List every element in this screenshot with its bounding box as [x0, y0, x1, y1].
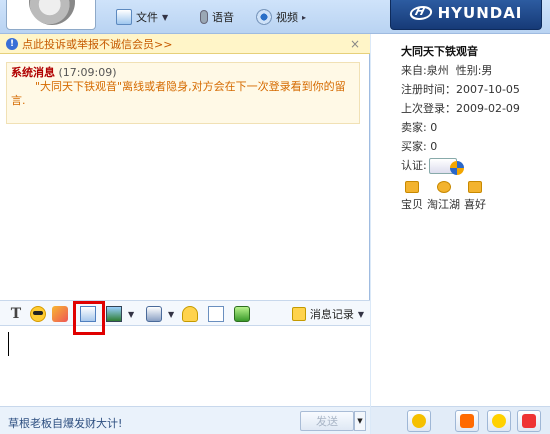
- shortcut-items[interactable]: 宝贝: [401, 181, 423, 214]
- contact-name[interactable]: 大同天下铁观音: [401, 42, 520, 61]
- message-input[interactable]: [0, 326, 370, 406]
- profile-info: 大同天下铁观音 来自:泉州 性别:男 注册时间：2007-10-05 上次登录：…: [401, 42, 520, 214]
- origin-gender: 来自:泉州 性别:男: [401, 61, 520, 80]
- text-cursor: [8, 332, 9, 356]
- chevron-down-icon[interactable]: ▼: [358, 310, 364, 319]
- bell-icon[interactable]: [182, 306, 198, 322]
- highlight-box: [73, 301, 105, 335]
- voice-button[interactable]: 语音: [200, 8, 234, 26]
- chat-toolbar: T ▼ ▼ 消息记录 ▼: [0, 300, 370, 326]
- star-icon: [492, 414, 506, 428]
- camera-icon: [256, 9, 272, 25]
- certification-badge-icon[interactable]: [428, 157, 464, 175]
- top-toolbar: 文件 ▼ 语音 视频 ▸ HYUNDAI: [0, 0, 550, 34]
- shortcut-likes[interactable]: 喜好: [464, 181, 486, 214]
- buyer-rating: 买家: 0: [401, 140, 438, 153]
- green-app-icon[interactable]: [234, 306, 250, 322]
- wangwang-button[interactable]: [407, 410, 431, 432]
- file-icon: [116, 9, 132, 25]
- items-icon: [405, 181, 419, 193]
- message-history-button[interactable]: 消息记录 ▼: [291, 306, 364, 322]
- close-icon[interactable]: ×: [350, 37, 360, 51]
- shortcut-label: 喜好: [464, 198, 486, 211]
- wangwang-icon: [412, 414, 426, 428]
- shortcut-label: 宝贝: [401, 198, 423, 211]
- image-icon[interactable]: [106, 306, 122, 322]
- note-edit-icon[interactable]: [208, 306, 224, 322]
- taobao-icon: [460, 414, 474, 428]
- gift-button[interactable]: [517, 410, 541, 432]
- microphone-icon: [200, 10, 208, 24]
- brand-banner[interactable]: HYUNDAI: [390, 0, 542, 30]
- font-icon[interactable]: T: [8, 306, 24, 322]
- likes-icon: [468, 181, 482, 193]
- send-options-dropdown[interactable]: ▼: [354, 411, 366, 431]
- report-link[interactable]: 点此投诉或举报不诚信会员>>: [22, 36, 172, 52]
- taobao-button[interactable]: [455, 410, 479, 432]
- shortcut-jianghu[interactable]: 淘江湖: [427, 181, 460, 214]
- system-message-title: 系统消息: [11, 66, 55, 79]
- report-notice-bar[interactable]: ! 点此投诉或举报不诚信会员>> ×: [0, 34, 370, 54]
- file-label: 文件: [136, 11, 158, 24]
- profile-shortcuts: 宝贝 淘江湖 喜好: [401, 181, 520, 214]
- quick-reply-icon[interactable]: [146, 306, 162, 322]
- favorite-button[interactable]: [487, 410, 511, 432]
- seller-rating: 卖家: 0: [401, 121, 438, 134]
- hyundai-logo-icon: [407, 6, 434, 20]
- shake-window-icon[interactable]: [52, 306, 68, 322]
- profile-footer-toolbar: [371, 406, 550, 434]
- system-message-body: "大同天下铁观音"离线或者隐身,对方会在下一次登录看到你的留言.: [11, 80, 346, 107]
- file-button[interactable]: 文件 ▼: [116, 8, 168, 26]
- emoticon-icon[interactable]: [30, 306, 46, 322]
- video-label: 视频: [276, 11, 298, 24]
- chevron-down-icon[interactable]: ▼: [162, 13, 168, 22]
- profile-panel: 大同天下铁观音 来自:泉州 性别:男 注册时间：2007-10-05 上次登录：…: [371, 34, 550, 434]
- avatar[interactable]: [6, 0, 96, 30]
- chevron-down-icon[interactable]: ▼: [168, 310, 174, 319]
- chevron-right-icon[interactable]: ▸: [302, 13, 306, 22]
- history-label: 消息记录: [309, 308, 354, 321]
- last-login: 上次登录：2009-02-09: [401, 102, 520, 115]
- registered-date: 注册时间：2007-10-05: [401, 83, 520, 96]
- promo-link[interactable]: 草根老板自爆发财大计!: [8, 415, 122, 431]
- cert-label: 认证:: [401, 159, 427, 172]
- voice-label: 语音: [212, 11, 234, 24]
- gift-icon: [522, 414, 536, 428]
- chat-panel: ! 点此投诉或举报不诚信会员>> × 系统消息 (17:09:09) "大同天下…: [0, 34, 370, 434]
- send-button[interactable]: 发送: [300, 411, 354, 431]
- jianghu-icon: [436, 181, 451, 193]
- chat-footer: 草根老板自爆发财大计! 发送 ▼: [0, 406, 370, 434]
- system-message-time: (17:09:09): [58, 66, 117, 79]
- brand-text: HYUNDAI: [437, 4, 523, 22]
- chevron-down-icon[interactable]: ▼: [128, 310, 134, 319]
- gender-text: 性别:男: [455, 64, 493, 77]
- info-icon: !: [6, 37, 18, 50]
- shortcut-label: 淘江湖: [427, 198, 460, 211]
- system-message: 系统消息 (17:09:09) "大同天下铁观音"离线或者隐身,对方会在下一次登…: [6, 62, 360, 124]
- history-icon: [291, 307, 306, 321]
- origin-text: 来自:泉州: [401, 64, 449, 77]
- certification: 认证:: [401, 156, 520, 175]
- video-button[interactable]: 视频 ▸: [256, 8, 306, 26]
- avatar-image: [29, 0, 75, 25]
